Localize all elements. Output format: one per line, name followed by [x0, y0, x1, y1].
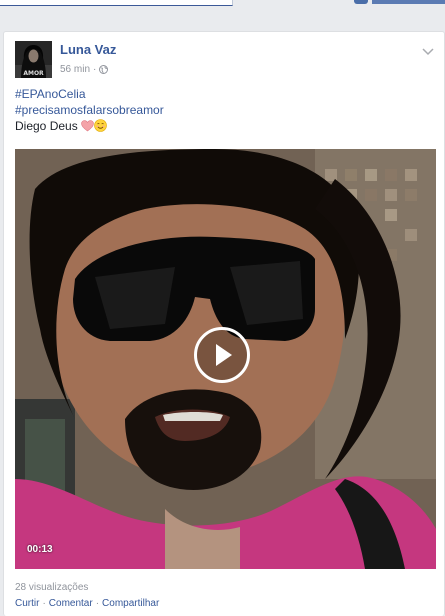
- smiling-face-emoji: [94, 119, 107, 136]
- share-link[interactable]: Compartilhar: [102, 598, 159, 609]
- globe-icon: [99, 65, 109, 74]
- post-author[interactable]: Luna Vaz: [60, 42, 116, 57]
- action-separator: ·: [42, 598, 46, 609]
- hashtag-link[interactable]: #precisamosfalarsobreamor: [15, 102, 164, 118]
- avatar[interactable]: AMOR: [15, 41, 52, 78]
- svg-text:AMOR: AMOR: [23, 70, 44, 77]
- comment-link[interactable]: Comentar: [49, 598, 93, 609]
- chevron-down-icon[interactable]: [422, 43, 434, 56]
- view-count[interactable]: 28 visualizações: [15, 582, 88, 593]
- video-player[interactable]: 00:13: [15, 149, 436, 569]
- post-text-content: Diego Deus: [15, 119, 78, 133]
- post-meta: 56 min ·: [60, 64, 109, 75]
- post-text: #EPAnoCelia #precisamosfalarsobreamor Di…: [15, 86, 164, 136]
- hashtag-link[interactable]: #EPAnoCelia: [15, 86, 164, 102]
- profile-link[interactable]: [372, 0, 445, 4]
- like-link[interactable]: Curtir: [15, 598, 39, 609]
- action-separator: ·: [95, 598, 100, 609]
- top-navigation-bar: [0, 0, 445, 6]
- heart-emoji: [81, 120, 94, 136]
- post-time[interactable]: 56 min: [60, 64, 90, 75]
- search-box[interactable]: [0, 0, 233, 6]
- meta-separator: ·: [93, 64, 97, 75]
- post-actions: Curtir · Comentar · Compartilhar: [15, 598, 159, 609]
- play-button[interactable]: [194, 327, 250, 383]
- video-duration: 00:13: [27, 544, 53, 555]
- post-text-line: Diego Deus: [15, 118, 164, 136]
- feed-post: AMOR Luna Vaz 56 min · #EPAnoCelia #prec…: [3, 31, 445, 616]
- play-icon: [216, 344, 232, 366]
- profile-icon[interactable]: [354, 0, 368, 4]
